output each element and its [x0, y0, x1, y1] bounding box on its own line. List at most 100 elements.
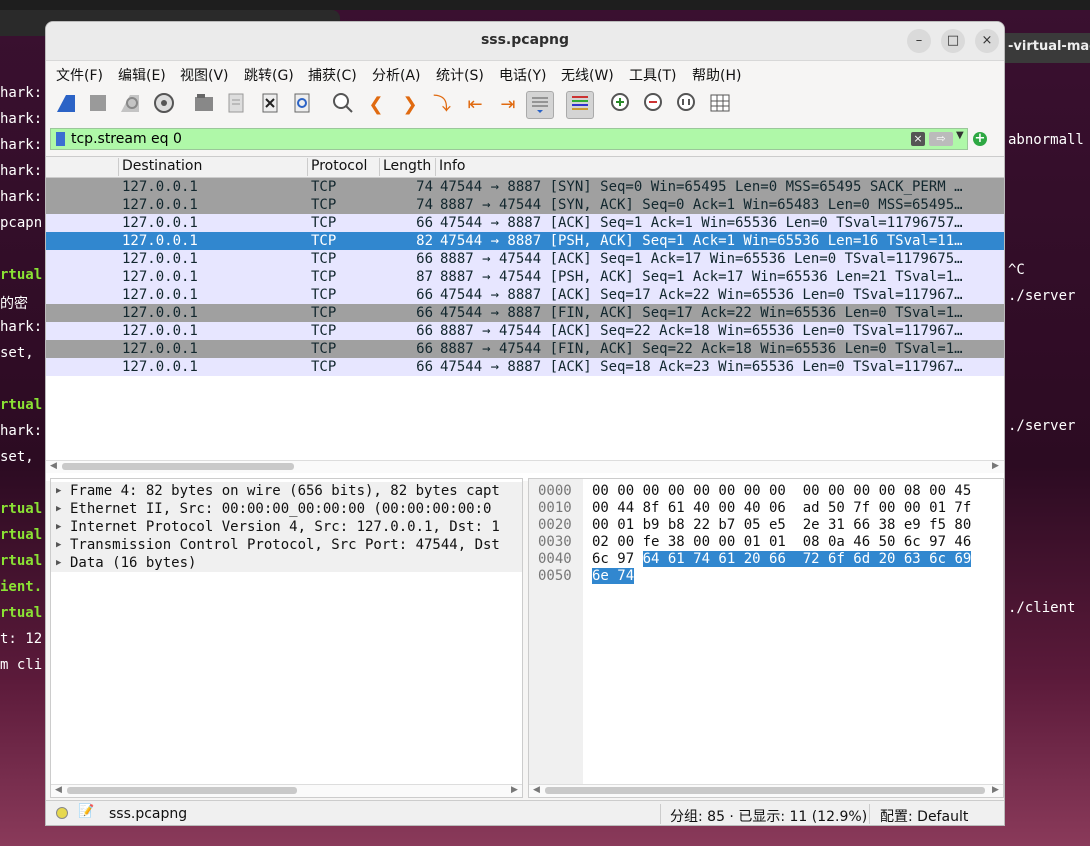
terminal-line: hark: [0, 137, 43, 153]
zoom-normal-icon[interactable] [673, 91, 701, 119]
column-info[interactable]: Info [435, 158, 999, 176]
hex-row[interactable]: 00 44 8f 61 40 00 40 06 ad 50 7f 00 00 0… [592, 500, 971, 517]
packet-row[interactable]: 127.0.0.1 TCP 74 47544 → 8887 [SYN] Seq=0 W… [46, 178, 1004, 196]
column-destination[interactable]: Destination [118, 158, 307, 176]
go-forward-icon[interactable]: ❯ [396, 91, 424, 119]
go-to-packet-icon[interactable]: ⤵ [428, 91, 456, 119]
maximize-button[interactable]: □ [941, 29, 965, 53]
menu-file[interactable]: 文件(F) [56, 65, 103, 85]
menu-view[interactable]: 视图(V) [180, 65, 229, 85]
reload-file-icon[interactable] [288, 91, 316, 119]
zoom-in-icon[interactable] [607, 91, 635, 119]
hex-row[interactable]: 6c 97 64 61 74 61 20 66 72 6f 6d 20 63 6… [592, 551, 972, 568]
find-packet-icon[interactable] [329, 91, 357, 119]
status-profile[interactable]: 配置: Default [880, 806, 968, 825]
scroll-thumb[interactable] [62, 463, 294, 470]
details-hscrollbar[interactable]: ◀ ▶ [51, 784, 522, 797]
save-file-icon[interactable] [222, 91, 250, 119]
menu-analyze[interactable]: 分析(A) [372, 65, 421, 85]
detail-tree-item[interactable]: ▶ Transmission Control Protocol, Src Port… [51, 536, 522, 554]
terminal-line: hark: [0, 85, 43, 101]
expand-arrow-icon[interactable]: ▶ [56, 536, 61, 554]
capture-options-icon[interactable] [150, 91, 178, 119]
packet-protocol: TCP [311, 197, 337, 213]
packet-protocol: TCP [311, 287, 337, 303]
expand-arrow-icon[interactable]: ▶ [56, 500, 61, 518]
close-file-icon[interactable] [256, 91, 284, 119]
expert-info-icon[interactable] [56, 807, 68, 819]
detail-tree-item[interactable]: ▶ Internet Protocol Version 4, Src: 127.0… [51, 518, 522, 536]
menu-edit[interactable]: 编辑(E) [118, 65, 166, 85]
scroll-left-icon[interactable]: ◀ [55, 785, 62, 795]
menu-help[interactable]: 帮助(H) [692, 65, 741, 85]
packet-destination: 127.0.0.1 [122, 197, 198, 213]
zoom-out-icon[interactable] [640, 91, 668, 119]
hex-row[interactable]: 00 01 b9 b8 22 b7 05 e5 2e 31 66 38 e9 f… [592, 517, 971, 534]
packet-row[interactable]: 127.0.0.1 TCP 66 47544 → 8887 [ACK] Seq=1 A… [46, 214, 1004, 232]
menu-telephony[interactable]: 电话(Y) [499, 65, 546, 85]
close-button[interactable]: × [975, 29, 999, 53]
packet-protocol: TCP [311, 179, 337, 195]
scroll-left-icon[interactable]: ◀ [50, 461, 57, 471]
bookmark-icon[interactable] [56, 132, 65, 146]
hex-row[interactable]: 02 00 fe 38 00 00 01 01 08 0a 46 50 6c 9… [592, 534, 971, 551]
detail-tree-item[interactable]: ▶ Data (16 bytes) [51, 554, 522, 572]
menu-go[interactable]: 跳转(G) [244, 65, 294, 85]
menu-wireless[interactable]: 无线(W) [561, 65, 614, 85]
display-filter-input[interactable]: tcp.stream eq 0 × ⇨ ▼ [50, 128, 968, 150]
go-first-icon[interactable]: ⇤ [461, 91, 489, 119]
packet-length: 74 [416, 179, 433, 195]
add-filter-button-icon[interactable]: + [973, 132, 987, 146]
packet-length: 74 [416, 197, 433, 213]
packet-row[interactable]: 127.0.0.1 TCP 66 8887 → 47544 [FIN, ACK] Se… [46, 340, 1004, 358]
packet-row[interactable]: 127.0.0.1 TCP 82 47544 → 8887 [PSH, ACK] Se… [46, 232, 1004, 250]
packet-row[interactable]: 127.0.0.1 TCP 66 8887 → 47544 [ACK] Seq=22 … [46, 322, 1004, 340]
bytes-hscrollbar[interactable]: ◀ ▶ [529, 784, 1003, 797]
filter-text[interactable]: tcp.stream eq 0 [71, 131, 182, 147]
terminal-line: rtual [0, 553, 43, 569]
clear-filter-icon[interactable]: × [911, 132, 925, 146]
resize-columns-icon[interactable] [706, 91, 734, 119]
column-protocol[interactable]: Protocol [307, 158, 379, 176]
menu-statistics[interactable]: 统计(S) [436, 65, 484, 85]
scroll-right-icon[interactable]: ▶ [992, 785, 999, 795]
hex-row[interactable]: 00 00 00 00 00 00 00 00 00 00 00 00 08 0… [592, 483, 971, 500]
expand-arrow-icon[interactable]: ▶ [56, 518, 61, 536]
minimize-button[interactable]: – [907, 29, 931, 53]
capture-comment-icon[interactable]: 📝 [78, 804, 94, 819]
filter-dropdown-icon[interactable]: ▼ [956, 130, 964, 141]
colorize-icon[interactable] [566, 91, 594, 119]
packet-destination: 127.0.0.1 [122, 359, 198, 375]
column-length[interactable]: Length [379, 158, 435, 176]
packet-list-hscrollbar[interactable]: ◀ ▶ [46, 460, 1004, 473]
menu-capture[interactable]: 捕获(C) [308, 65, 357, 85]
expand-arrow-icon[interactable]: ▶ [56, 554, 61, 572]
autoscroll-icon[interactable] [526, 91, 554, 119]
detail-tree-item[interactable]: ▶ Frame 4: 82 bytes on wire (656 bits), 8… [51, 482, 522, 500]
scroll-thumb[interactable] [67, 787, 297, 794]
menu-tools[interactable]: 工具(T) [629, 65, 676, 85]
packet-row[interactable]: 127.0.0.1 TCP 87 8887 → 47544 [PSH, ACK] Se… [46, 268, 1004, 286]
scroll-thumb[interactable] [545, 787, 985, 794]
packet-row[interactable]: 127.0.0.1 TCP 66 8887 → 47544 [ACK] Seq=1 A… [46, 250, 1004, 268]
expand-arrow-icon[interactable]: ▶ [56, 482, 61, 500]
scroll-right-icon[interactable]: ▶ [992, 461, 999, 471]
go-last-icon[interactable]: ⇥ [494, 91, 522, 119]
start-capture-icon[interactable] [52, 91, 80, 119]
title-bar: sss.pcapng – □ × [46, 22, 1004, 61]
packet-row[interactable]: 127.0.0.1 TCP 66 47544 → 8887 [ACK] Seq=17 … [46, 286, 1004, 304]
open-file-icon[interactable] [190, 91, 218, 119]
packet-destination: 127.0.0.1 [122, 251, 198, 267]
scroll-left-icon[interactable]: ◀ [533, 785, 540, 795]
packet-row[interactable]: 127.0.0.1 TCP 66 47544 → 8887 [FIN, ACK] Se… [46, 304, 1004, 322]
go-back-icon[interactable]: ❮ [362, 91, 390, 119]
packet-row[interactable]: 127.0.0.1 TCP 74 8887 → 47544 [SYN, ACK] Se… [46, 196, 1004, 214]
packet-row[interactable]: 127.0.0.1 TCP 66 47544 → 8887 [ACK] Seq=18 … [46, 358, 1004, 376]
hex-row[interactable]: 6e 74 [592, 568, 635, 585]
terminal-line: pcapn [0, 215, 43, 231]
scroll-right-icon[interactable]: ▶ [511, 785, 518, 795]
detail-tree-item[interactable]: ▶ Ethernet II, Src: 00:00:00_00:00:00 (00… [51, 500, 522, 518]
apply-filter-icon[interactable]: ⇨ [929, 132, 953, 146]
stop-capture-icon[interactable] [84, 91, 112, 119]
restart-capture-icon[interactable] [116, 91, 144, 119]
